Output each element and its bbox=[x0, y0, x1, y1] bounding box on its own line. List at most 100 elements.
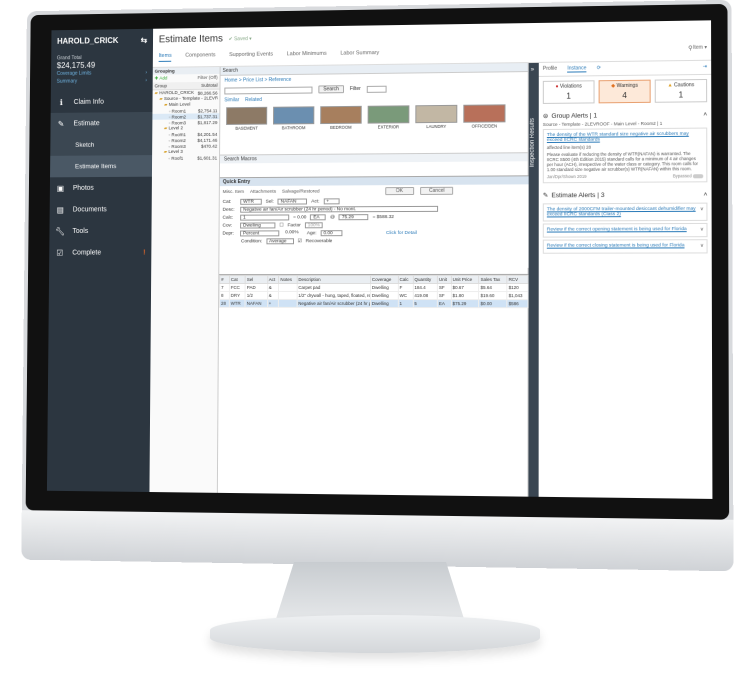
grid-column-header[interactable]: Coverage bbox=[370, 275, 398, 283]
table-row[interactable]: 28 WTR NAFAN + Negative air fan/Air scrubber… bbox=[220, 299, 529, 307]
table-cell[interactable]: WC bbox=[398, 292, 413, 300]
depr-select[interactable]: Percent bbox=[240, 230, 279, 236]
nav-estimate-items[interactable]: Estimate Items bbox=[50, 155, 152, 177]
table-cell[interactable]: $1,043 bbox=[507, 292, 528, 300]
calc-field[interactable]: 1 bbox=[240, 214, 289, 220]
filter-button[interactable]: Filter (Off) bbox=[198, 75, 218, 81]
expand-icon[interactable]: » bbox=[531, 67, 534, 73]
warnings-counter[interactable]: ◆ Warnings 4 bbox=[599, 80, 651, 104]
estimate-alert-link[interactable]: The density of 2000CFM trailer-mounted d… bbox=[547, 207, 700, 218]
tab-supporting-events[interactable]: Supporting Events bbox=[229, 52, 273, 61]
grid-column-header[interactable]: Unit Price bbox=[451, 275, 479, 283]
search-icon[interactable]: ⚲ bbox=[688, 45, 693, 52]
room-thumbnail[interactable]: EXTERIOR bbox=[368, 105, 410, 151]
table-cell[interactable]: EA bbox=[437, 300, 451, 308]
table-cell[interactable]: Negative air fan/Air scrubber (24 hr per… bbox=[297, 299, 371, 307]
filter-select[interactable] bbox=[367, 85, 387, 92]
table-cell[interactable]: 1/2" drywall - hung, taped, floated, rea… bbox=[297, 291, 371, 299]
act-field[interactable]: + bbox=[323, 198, 339, 204]
table-cell[interactable]: $1.80 bbox=[451, 292, 479, 300]
table-cell[interactable]: 1/2 bbox=[245, 291, 267, 299]
table-cell[interactable]: $19.60 bbox=[479, 292, 507, 300]
tab-attachments[interactable]: Attachments bbox=[250, 189, 276, 194]
search-input[interactable] bbox=[224, 86, 312, 94]
table-cell[interactable]: + bbox=[267, 299, 279, 307]
nav-claim-info[interactable]: ℹ Claim Info bbox=[51, 90, 153, 113]
condition-select[interactable]: Average bbox=[266, 238, 294, 244]
table-cell[interactable]: 184.4 bbox=[413, 283, 437, 291]
tab-instance[interactable]: Instance bbox=[567, 65, 586, 72]
expand-chevron-icon[interactable]: ˅ bbox=[700, 207, 703, 217]
estimate-alert-link[interactable]: Review if the correct opening statement … bbox=[547, 227, 687, 234]
collapse-chevron-icon[interactable]: ˄ bbox=[703, 191, 707, 198]
tab-items[interactable]: Items bbox=[159, 53, 172, 62]
tree-row[interactable]: ▫ Roof1 $1,601.31 bbox=[152, 155, 219, 161]
refresh-icon[interactable]: ⟳ bbox=[597, 65, 601, 72]
click-for-detail-link[interactable]: Click for Detail bbox=[386, 230, 417, 235]
cautions-counter[interactable]: ▲ Cautions 1 bbox=[655, 79, 707, 103]
table-cell[interactable]: FCC bbox=[229, 284, 245, 292]
table-cell[interactable]: 419.08 bbox=[413, 292, 437, 300]
group-alert-link[interactable]: The density of the WTR standard size neg… bbox=[547, 132, 703, 143]
add-group-button[interactable]: ✚ Add bbox=[155, 76, 168, 82]
estimate-alert-link[interactable]: Review if the correct closing statement … bbox=[547, 243, 685, 249]
table-cell[interactable]: SF bbox=[437, 292, 451, 300]
table-cell[interactable]: Dwelling bbox=[370, 291, 398, 299]
table-cell[interactable]: NAFAN bbox=[245, 299, 267, 307]
grid-column-header[interactable]: # bbox=[220, 276, 230, 284]
tab-misc-item[interactable]: Misc. Item bbox=[223, 189, 244, 194]
item-button[interactable]: Item ▾ bbox=[693, 45, 707, 51]
table-cell[interactable]: 28 bbox=[220, 299, 230, 307]
expand-chevron-icon[interactable]: ˅ bbox=[700, 243, 703, 249]
grid-column-header[interactable]: Act bbox=[267, 276, 279, 284]
grid-column-header[interactable]: Description bbox=[297, 276, 371, 284]
table-cell[interactable]: WTR bbox=[229, 299, 245, 307]
room-thumbnail[interactable]: OFFICE/DEN bbox=[463, 104, 505, 150]
grid-column-header[interactable]: Sel bbox=[245, 276, 267, 284]
grid-column-header[interactable]: Calc bbox=[398, 275, 413, 283]
table-cell[interactable]: F bbox=[398, 283, 413, 291]
grid-column-header[interactable]: Quantity bbox=[413, 275, 437, 283]
grid-column-header[interactable]: Unit bbox=[437, 275, 451, 283]
table-cell[interactable]: 5 bbox=[413, 300, 437, 308]
recoverable-checkbox[interactable]: ☑ bbox=[298, 239, 302, 244]
collapse-nav-icon[interactable]: ⇆ bbox=[141, 35, 148, 44]
table-cell[interactable] bbox=[279, 284, 297, 292]
table-cell[interactable]: 8 bbox=[220, 291, 230, 299]
summary-link[interactable]: Summary › bbox=[51, 77, 153, 86]
table-cell[interactable]: DRY bbox=[229, 291, 245, 299]
nav-estimate[interactable]: ✎ Estimate bbox=[50, 112, 152, 134]
table-cell[interactable] bbox=[279, 291, 297, 299]
grid-column-header[interactable]: Notes bbox=[279, 276, 297, 284]
table-cell[interactable]: PAD bbox=[245, 284, 267, 292]
table-cell[interactable]: $120 bbox=[507, 283, 528, 291]
tab-components[interactable]: Components bbox=[185, 52, 215, 61]
age-field[interactable]: 0.00 bbox=[321, 230, 343, 236]
tab-related[interactable]: Related bbox=[245, 97, 262, 103]
factor-field[interactable]: 100% bbox=[305, 222, 323, 228]
table-cell[interactable]: $0.67 bbox=[451, 283, 479, 291]
table-cell[interactable]: Dwelling bbox=[370, 283, 398, 291]
tab-profile[interactable]: Profile bbox=[543, 66, 557, 73]
table-cell[interactable]: 1 bbox=[398, 300, 413, 308]
cat-field[interactable]: WTR bbox=[240, 199, 262, 205]
tab-labor-summary[interactable]: Labor Summary bbox=[340, 50, 379, 59]
room-thumbnail[interactable]: BATHROOM bbox=[273, 106, 315, 152]
nav-sketch[interactable]: Sketch bbox=[50, 133, 152, 155]
ok-button[interactable]: OK bbox=[385, 187, 414, 195]
depr-pct-field[interactable]: 0.00% bbox=[283, 230, 303, 236]
sel-field[interactable]: NAFAN bbox=[278, 199, 308, 205]
table-cell[interactable]: $75.29 bbox=[451, 300, 479, 308]
nav-photos[interactable]: ▣ Photos bbox=[50, 177, 152, 199]
table-cell[interactable]: Dwelling bbox=[370, 299, 398, 307]
coverage-select[interactable]: Dwelling bbox=[240, 222, 275, 228]
grid-column-header[interactable]: Cat bbox=[229, 276, 245, 284]
table-cell[interactable]: $0.00 bbox=[479, 300, 507, 308]
price-field[interactable]: 75.29 bbox=[339, 214, 369, 220]
search-macros-tabs[interactable]: Search Macros bbox=[220, 152, 528, 163]
desc-field[interactable]: Negative air fan/Air scrubber (24 hr per… bbox=[240, 206, 438, 213]
table-cell[interactable]: & bbox=[267, 291, 279, 299]
violations-counter[interactable]: ● Violations 1 bbox=[543, 80, 595, 104]
table-cell[interactable]: $5.64 bbox=[479, 283, 507, 291]
nav-documents[interactable]: ▤ Documents bbox=[50, 198, 152, 220]
